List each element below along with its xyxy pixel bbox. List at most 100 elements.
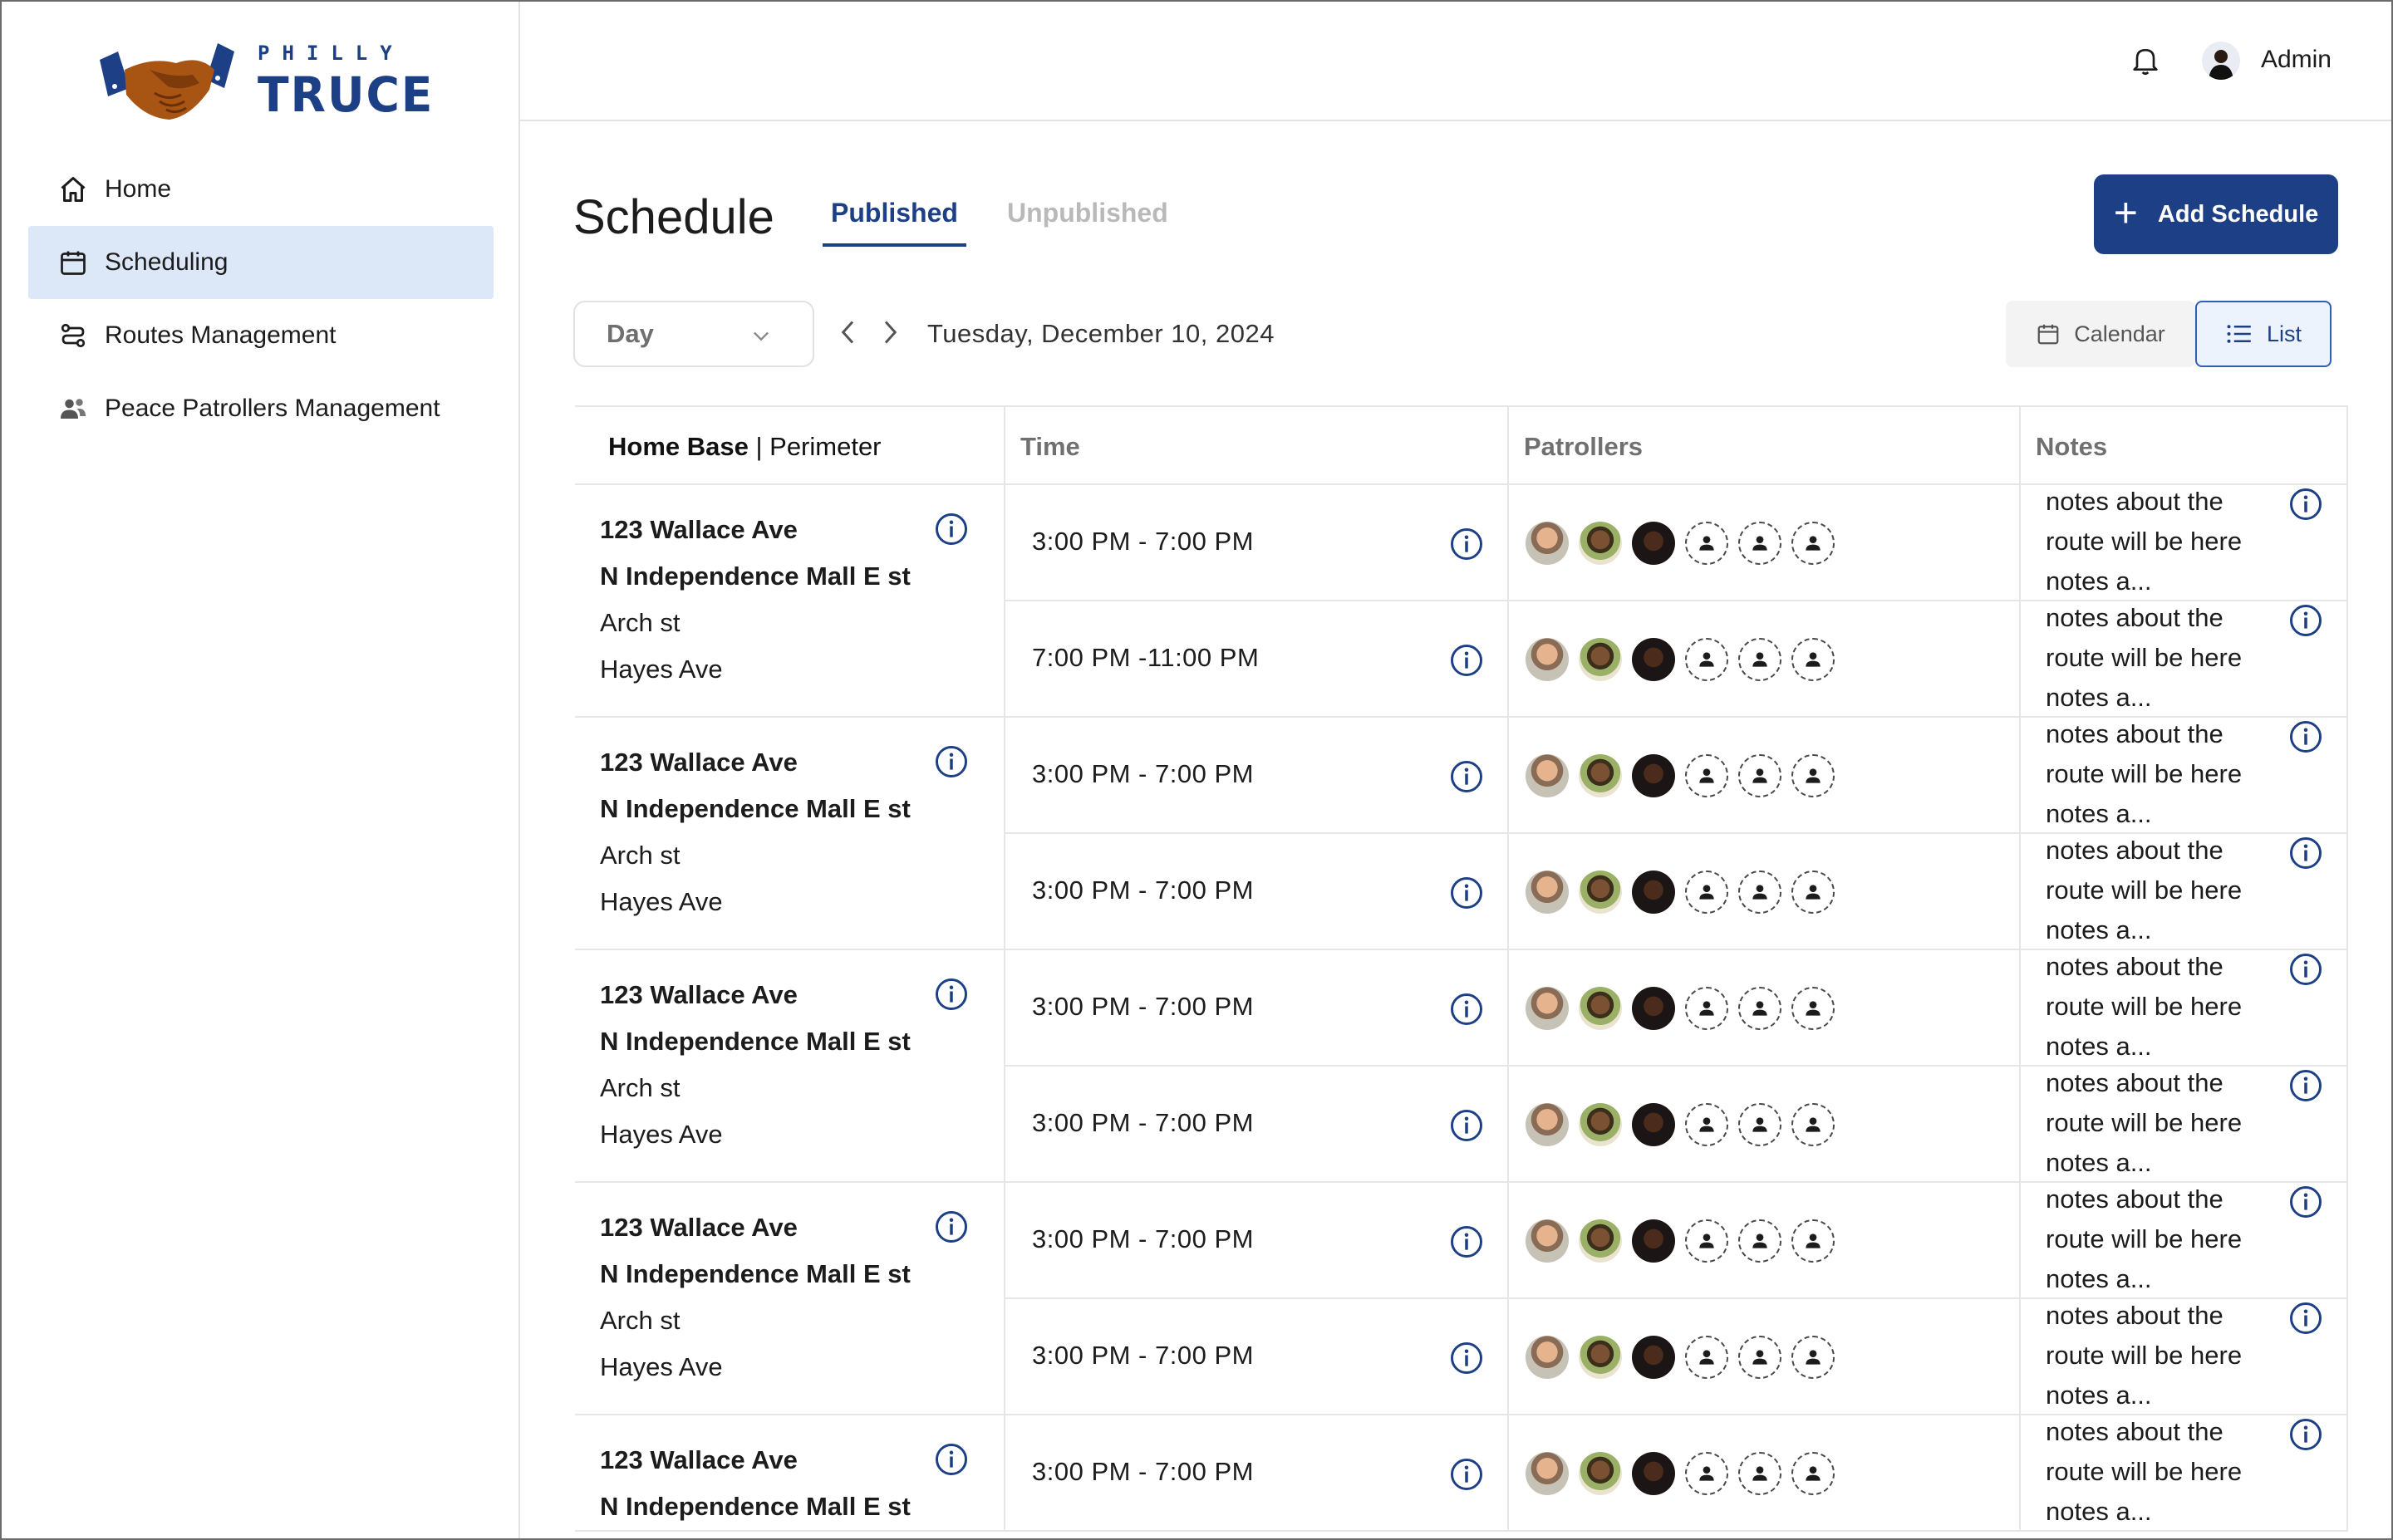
notes-info-icon[interactable]: [2288, 603, 2323, 642]
notes-cell[interactable]: notes about the route will be here notes…: [2019, 1067, 2348, 1183]
time-cell[interactable]: 3:00 PM - 7:00 PM: [1004, 950, 1507, 1067]
sidebar-item-scheduling[interactable]: Scheduling: [28, 226, 494, 299]
empty-patroller-slot[interactable]: [1685, 638, 1728, 681]
empty-patroller-slot[interactable]: [1791, 1452, 1835, 1495]
time-cell[interactable]: 3:00 PM - 7:00 PM: [1004, 1183, 1507, 1299]
patroller-avatar[interactable]: [1526, 1336, 1569, 1379]
calendar-view-button[interactable]: Calendar: [2006, 301, 2195, 367]
empty-patroller-slot[interactable]: [1685, 987, 1728, 1030]
empty-patroller-slot[interactable]: [1685, 1103, 1728, 1146]
empty-patroller-slot[interactable]: [1791, 638, 1835, 681]
patroller-avatar[interactable]: [1632, 638, 1675, 681]
route-cell[interactable]: 123 Wallace Ave N Independence Mall E st A…: [575, 485, 1004, 718]
time-cell[interactable]: 3:00 PM - 7:00 PM: [1004, 718, 1507, 834]
column-header-home-base[interactable]: Home Base | Perimeter: [575, 407, 1004, 487]
patroller-avatar[interactable]: [1526, 522, 1569, 565]
bell-icon[interactable]: [2129, 43, 2162, 76]
user-name[interactable]: Admin: [2261, 46, 2332, 74]
patroller-avatar[interactable]: [1579, 987, 1622, 1030]
empty-patroller-slot[interactable]: [1791, 522, 1835, 565]
empty-patroller-slot[interactable]: [1738, 638, 1781, 681]
philly-truce-logo[interactable]: PHILLY TRUCE: [93, 42, 432, 125]
empty-patroller-slot[interactable]: [1685, 1219, 1728, 1263]
notes-info-icon[interactable]: [2288, 1068, 2323, 1107]
time-info-icon[interactable]: [1449, 875, 1484, 915]
notes-cell[interactable]: notes about the route will be here notes…: [2019, 601, 2348, 718]
add-schedule-button[interactable]: + Add Schedule: [2094, 174, 2338, 254]
patroller-avatar[interactable]: [1579, 638, 1622, 681]
patroller-avatar[interactable]: [1579, 1219, 1622, 1263]
empty-patroller-slot[interactable]: [1738, 754, 1781, 797]
notes-cell[interactable]: notes about the route will be here notes…: [2019, 485, 2348, 601]
route-info-icon[interactable]: [934, 977, 969, 1016]
column-header-notes[interactable]: Notes: [2019, 407, 2348, 487]
time-info-icon[interactable]: [1449, 643, 1484, 682]
route-info-icon[interactable]: [934, 1209, 969, 1248]
time-cell[interactable]: 3:00 PM - 7:00 PM: [1004, 1299, 1507, 1415]
patroller-avatar[interactable]: [1579, 522, 1622, 565]
notes-cell[interactable]: notes about the route will be here notes…: [2019, 1299, 2348, 1415]
empty-patroller-slot[interactable]: [1738, 522, 1781, 565]
sidebar-item-home[interactable]: Home: [28, 153, 494, 226]
route-info-icon[interactable]: [934, 1442, 969, 1481]
time-info-icon[interactable]: [1449, 1108, 1484, 1147]
route-cell[interactable]: 123 Wallace Ave N Independence Mall E st: [575, 1415, 1004, 1532]
route-info-icon[interactable]: [934, 744, 969, 783]
notes-info-icon[interactable]: [2288, 1184, 2323, 1224]
patroller-avatar[interactable]: [1632, 1103, 1675, 1146]
time-info-icon[interactable]: [1449, 1341, 1484, 1380]
patroller-avatar[interactable]: [1579, 1452, 1622, 1495]
tab-published[interactable]: Published: [823, 198, 966, 247]
time-cell[interactable]: 7:00 PM -11:00 PM: [1004, 601, 1507, 718]
patroller-avatar[interactable]: [1526, 871, 1569, 914]
notes-info-icon[interactable]: [2288, 487, 2323, 526]
route-info-icon[interactable]: [934, 512, 969, 551]
notes-cell[interactable]: notes about the route will be here notes…: [2019, 950, 2348, 1067]
time-cell[interactable]: 3:00 PM - 7:00 PM: [1004, 485, 1507, 601]
route-cell[interactable]: 123 Wallace Ave N Independence Mall E st A…: [575, 718, 1004, 950]
list-view-button[interactable]: List: [2195, 301, 2332, 367]
patroller-avatar[interactable]: [1632, 871, 1675, 914]
notes-info-icon[interactable]: [2288, 836, 2323, 875]
sidebar-item-routes-management[interactable]: Routes Management: [28, 299, 494, 372]
empty-patroller-slot[interactable]: [1685, 754, 1728, 797]
empty-patroller-slot[interactable]: [1791, 754, 1835, 797]
notes-cell[interactable]: notes about the route will be here notes…: [2019, 718, 2348, 834]
patroller-avatar[interactable]: [1526, 1452, 1569, 1495]
patroller-avatar[interactable]: [1526, 1219, 1569, 1263]
next-date-button[interactable]: [877, 316, 902, 349]
time-cell[interactable]: 3:00 PM - 7:00 PM: [1004, 1415, 1507, 1532]
notes-cell[interactable]: notes about the route will be here notes…: [2019, 1183, 2348, 1299]
time-cell[interactable]: 3:00 PM - 7:00 PM: [1004, 1067, 1507, 1183]
tab-unpublished[interactable]: Unpublished: [1007, 198, 1168, 243]
notes-info-icon[interactable]: [2288, 719, 2323, 758]
empty-patroller-slot[interactable]: [1738, 871, 1781, 914]
route-cell[interactable]: 123 Wallace Ave N Independence Mall E st A…: [575, 1183, 1004, 1415]
patroller-avatar[interactable]: [1632, 1452, 1675, 1495]
time-info-icon[interactable]: [1449, 1457, 1484, 1496]
empty-patroller-slot[interactable]: [1738, 1103, 1781, 1146]
empty-patroller-slot[interactable]: [1738, 1336, 1781, 1379]
empty-patroller-slot[interactable]: [1791, 987, 1835, 1030]
empty-patroller-slot[interactable]: [1685, 1336, 1728, 1379]
empty-patroller-slot[interactable]: [1791, 871, 1835, 914]
notes-info-icon[interactable]: [2288, 952, 2323, 991]
period-select[interactable]: Day: [573, 301, 814, 367]
patroller-avatar[interactable]: [1632, 1336, 1675, 1379]
avatar[interactable]: [2202, 42, 2240, 80]
patroller-avatar[interactable]: [1526, 638, 1569, 681]
empty-patroller-slot[interactable]: [1685, 522, 1728, 565]
notes-info-icon[interactable]: [2288, 1301, 2323, 1340]
notes-cell[interactable]: notes about the route will be here notes…: [2019, 1415, 2348, 1532]
time-info-icon[interactable]: [1449, 527, 1484, 566]
patroller-avatar[interactable]: [1632, 1219, 1675, 1263]
column-header-patrollers[interactable]: Patrollers: [1507, 407, 2019, 487]
empty-patroller-slot[interactable]: [1738, 987, 1781, 1030]
empty-patroller-slot[interactable]: [1791, 1219, 1835, 1263]
patroller-avatar[interactable]: [1579, 754, 1622, 797]
sidebar-item-peace-patrollers-management[interactable]: Peace Patrollers Management: [28, 372, 494, 445]
empty-patroller-slot[interactable]: [1685, 1452, 1728, 1495]
patroller-avatar[interactable]: [1526, 987, 1569, 1030]
empty-patroller-slot[interactable]: [1738, 1219, 1781, 1263]
empty-patroller-slot[interactable]: [1791, 1336, 1835, 1379]
